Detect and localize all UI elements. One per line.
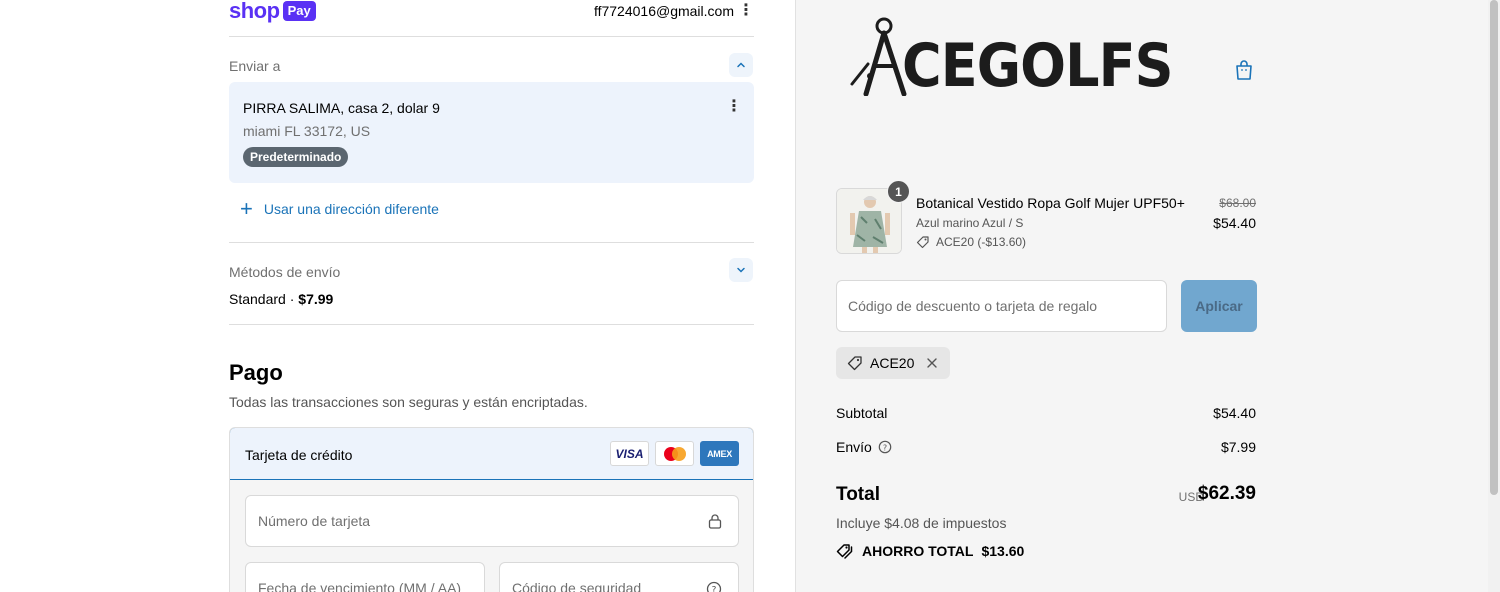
shipping-value: $7.99 bbox=[1220, 439, 1256, 455]
credit-card-label: Tarjeta de crédito bbox=[245, 447, 353, 463]
savings-label: AHORRO TOTAL bbox=[862, 543, 974, 559]
lock-icon bbox=[708, 514, 722, 529]
credit-card-panel: Tarjeta de crédito VISA AMEX ? bbox=[229, 427, 754, 592]
address-line-2: miami FL 33172, US bbox=[243, 123, 371, 139]
page-scrollbar[interactable] bbox=[1488, 0, 1500, 592]
tag-icon bbox=[847, 356, 862, 371]
selected-address-card[interactable]: PIRRA SALIMA, casa 2, dolar 9 miami FL 3… bbox=[229, 82, 754, 183]
savings-value: $13.60 bbox=[981, 543, 1025, 559]
total-value: $62.39 bbox=[1197, 483, 1256, 504]
account-menu-icon[interactable]: ⋮ bbox=[738, 3, 754, 19]
golfer-logo-icon bbox=[850, 17, 907, 96]
close-icon[interactable] bbox=[925, 356, 939, 370]
shop-pay-logo: shop Pay bbox=[229, 0, 316, 22]
applied-discount-chip: ACE20 bbox=[836, 347, 951, 379]
svg-text:?: ? bbox=[712, 586, 717, 592]
tax-note: Incluye $4.08 de impuestos bbox=[836, 515, 1007, 531]
store-logo[interactable]: CEGOLFS bbox=[848, 16, 1203, 96]
plus-icon: + bbox=[240, 196, 253, 221]
expand-shipping-methods-button[interactable] bbox=[729, 258, 753, 282]
security-code-field[interactable]: ? bbox=[499, 562, 739, 592]
payment-subtitle: Todas las transacciones son seguras y es… bbox=[229, 394, 588, 410]
shop-pay-header: shop Pay ff7724016@gmail.com ⋮ bbox=[229, 0, 754, 37]
use-different-address-link[interactable]: + Usar una dirección diferente bbox=[240, 196, 439, 221]
svg-text:?: ? bbox=[883, 443, 887, 452]
address-line-1: PIRRA SALIMA, casa 2, dolar 9 bbox=[243, 100, 440, 116]
payment-title: Pago bbox=[229, 360, 283, 385]
chevron-down-icon bbox=[737, 267, 745, 273]
card-number-input[interactable] bbox=[246, 496, 738, 546]
applied-discount-code: ACE20 bbox=[870, 355, 915, 371]
chevron-up-icon bbox=[737, 62, 745, 68]
card-number-field[interactable] bbox=[245, 495, 739, 547]
address-options-icon[interactable]: ⋮ bbox=[726, 96, 742, 116]
divider bbox=[229, 242, 754, 243]
divider bbox=[229, 324, 754, 325]
amex-logo-icon: AMEX bbox=[700, 441, 739, 466]
shipping-method-name: Standard bbox=[229, 291, 286, 307]
product-discount-label: ACE20 (-$13.60) bbox=[936, 235, 1027, 249]
total-label: Total bbox=[836, 484, 880, 505]
subtotal-value: $54.40 bbox=[1213, 405, 1256, 421]
scrollbar-thumb[interactable] bbox=[1490, 0, 1498, 495]
apply-discount-button[interactable]: Aplicar bbox=[1181, 280, 1257, 332]
subtotal-label: Subtotal bbox=[836, 405, 888, 421]
mastercard-logo-icon bbox=[655, 441, 694, 466]
order-summary-column: CEGOLFS 1 Botanical Vestido Ropa Golf Mu… bbox=[795, 0, 1488, 592]
account-email: ff7724016@gmail.com bbox=[593, 3, 734, 19]
expiry-date-field[interactable] bbox=[245, 562, 485, 592]
product-variant: Azul marino Azul / S bbox=[916, 216, 1024, 230]
product-price: $54.40 bbox=[1213, 215, 1256, 231]
expiry-date-input[interactable] bbox=[246, 563, 484, 592]
shipping-method-price: $7.99 bbox=[298, 291, 334, 307]
credit-card-option[interactable]: Tarjeta de crédito VISA AMEX bbox=[230, 428, 753, 480]
default-address-badge: Predeterminado bbox=[243, 147, 349, 167]
amex-logo-text: AMEX bbox=[707, 448, 732, 459]
use-different-address-label: Usar una dirección diferente bbox=[263, 201, 439, 217]
product-original-price: $68.00 bbox=[1219, 196, 1256, 210]
ship-to-label: Enviar a bbox=[229, 58, 281, 74]
selected-shipping-method: Standard · $7.99 bbox=[229, 291, 333, 307]
collapse-address-button[interactable] bbox=[729, 53, 753, 77]
discount-code-input[interactable] bbox=[837, 281, 1166, 331]
quantity-badge: 1 bbox=[887, 180, 910, 203]
shipping-method-separator: · bbox=[285, 291, 299, 307]
shipping-label: Envío bbox=[836, 439, 872, 455]
product-name: Botanical Vestido Ropa Golf Mujer UPF50+ bbox=[916, 195, 1185, 211]
product-discount: ACE20 (-$13.60) bbox=[916, 235, 1026, 249]
discount-code-field[interactable] bbox=[836, 280, 1167, 332]
help-circle-icon[interactable]: ? bbox=[706, 581, 722, 592]
help-circle-icon[interactable]: ? bbox=[878, 440, 892, 454]
security-code-input[interactable] bbox=[500, 563, 738, 592]
shopping-bag-icon bbox=[1236, 60, 1252, 80]
cart-bag-button[interactable] bbox=[1232, 58, 1256, 82]
tags-icon bbox=[836, 544, 853, 559]
shop-pay-wordmark: shop bbox=[229, 0, 280, 23]
total-savings: AHORRO TOTAL $13.60 bbox=[836, 543, 1024, 559]
checkout-main-column: shop Pay ff7724016@gmail.com ⋮ Enviar a … bbox=[0, 0, 795, 592]
store-logo-text: CEGOLFS bbox=[902, 31, 1174, 101]
visa-logo-icon: VISA bbox=[610, 441, 649, 466]
shipping-row-label: Envío ? bbox=[836, 439, 892, 455]
pay-badge: Pay bbox=[282, 1, 316, 21]
visa-logo-text: VISA bbox=[615, 446, 644, 461]
tag-icon bbox=[916, 236, 929, 249]
shipping-methods-label: Métodos de envío bbox=[229, 264, 341, 280]
